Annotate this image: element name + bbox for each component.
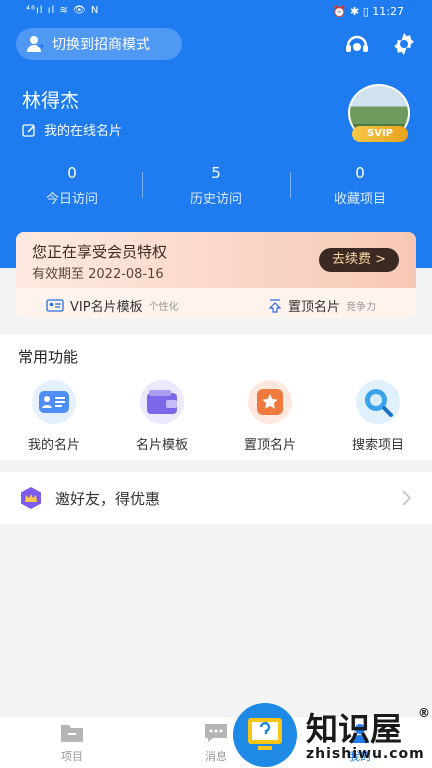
vip-feature-label: VIP名片模板	[70, 300, 143, 315]
tab-label: 项目	[61, 750, 83, 763]
func-label: 名片模板	[135, 438, 188, 453]
star-card-icon	[248, 380, 292, 424]
stat-favorites[interactable]: 0 收藏项目	[288, 164, 432, 210]
section-title: 常用功能	[18, 348, 79, 366]
renew-button[interactable]: 去续费 >	[319, 248, 399, 272]
stat-value: 0	[67, 164, 77, 182]
pin-top-icon	[268, 298, 282, 313]
crown-badge-icon	[21, 487, 41, 509]
stat-label: 历史访问	[189, 192, 242, 207]
vip-expiry: 有效期至 2022-08-16	[32, 267, 164, 282]
stats-row: 0 今日访问 5 历史访问 0 收藏项目	[0, 164, 432, 210]
stat-divider	[142, 172, 143, 198]
vip-feature-tag: 竞争力	[346, 302, 377, 313]
stat-history-visits[interactable]: 5 历史访问	[144, 164, 288, 210]
my-card-icon	[32, 380, 76, 424]
folder-icon	[61, 725, 83, 742]
switch-mode-button[interactable]: 切换到招商模式	[16, 28, 182, 60]
help-monitor-icon	[233, 703, 297, 767]
user-switch-icon	[27, 36, 44, 52]
vip-feature-top[interactable]: 置顶名片 竞争力	[268, 296, 376, 315]
user-name: 林得杰	[22, 90, 80, 112]
func-search-projects[interactable]: 搜索项目	[342, 380, 414, 453]
stat-value: 0	[355, 164, 365, 182]
stat-label: 收藏项目	[333, 192, 386, 207]
online-card-link[interactable]: 我的在线名片	[22, 120, 122, 139]
settings-icon[interactable]	[392, 32, 416, 56]
func-my-card[interactable]: 我的名片	[18, 380, 90, 453]
invite-row[interactable]: 邀好友，得优惠	[0, 472, 432, 524]
edit-icon	[22, 123, 35, 137]
stat-today-visits[interactable]: 0 今日访问	[0, 164, 144, 210]
func-label: 我的名片	[27, 438, 80, 453]
vip-card: 您正在享受会员特权 有效期至 2022-08-16 去续费 > VIP名片模板 …	[16, 232, 416, 318]
switch-mode-label: 切换到招商模式	[52, 37, 150, 53]
customer-service-icon[interactable]	[344, 32, 370, 58]
status-bar: ⁴⁶ıl ıl ≋ 👁 N ⏰ ✱ ▯ 11:27	[0, 0, 432, 24]
watermark: 知识屋 ® zhishiwu.com	[232, 702, 432, 768]
func-label: 置顶名片	[243, 438, 296, 453]
vip-banner: 您正在享受会员特权 有效期至 2022-08-16 去续费 >	[16, 232, 416, 288]
status-left: ⁴⁶ıl ıl ≋ 👁 N	[26, 5, 100, 16]
watermark-registered-mark: ®	[418, 706, 430, 720]
vip-feature-label: 置顶名片	[288, 300, 341, 315]
stat-divider	[290, 172, 291, 198]
tab-projects[interactable]: 项目	[42, 723, 102, 764]
invite-label: 邀好友，得优惠	[55, 489, 161, 508]
vip-features: VIP名片模板 个性化 置顶名片 竞争力	[16, 288, 416, 318]
watermark-text: 知识屋	[306, 710, 403, 748]
card-template-icon	[46, 299, 64, 312]
vip-title: 您正在享受会员特权	[32, 243, 168, 261]
chat-icon	[205, 724, 227, 742]
svip-badge: SVIP	[352, 126, 408, 142]
func-label: 搜索项目	[351, 438, 404, 453]
watermark-domain: zhishiwu.com	[306, 746, 425, 762]
func-card-template[interactable]: 名片模板	[126, 380, 198, 453]
vip-feature-template[interactable]: VIP名片模板 个性化	[46, 296, 179, 315]
stat-value: 5	[211, 164, 221, 182]
chevron-right-icon	[402, 490, 411, 506]
status-right: ⏰ ✱ ▯ 11:27	[332, 5, 404, 18]
stat-label: 今日访问	[45, 192, 98, 207]
search-icon	[356, 380, 400, 424]
common-functions: 常用功能 我的名片 名片模板 置顶名片 搜索项目	[0, 334, 432, 460]
vip-feature-tag: 个性化	[148, 302, 179, 313]
wallet-icon	[140, 380, 184, 424]
online-card-label: 我的在线名片	[44, 124, 123, 139]
func-pin-card[interactable]: 置顶名片	[234, 380, 306, 453]
